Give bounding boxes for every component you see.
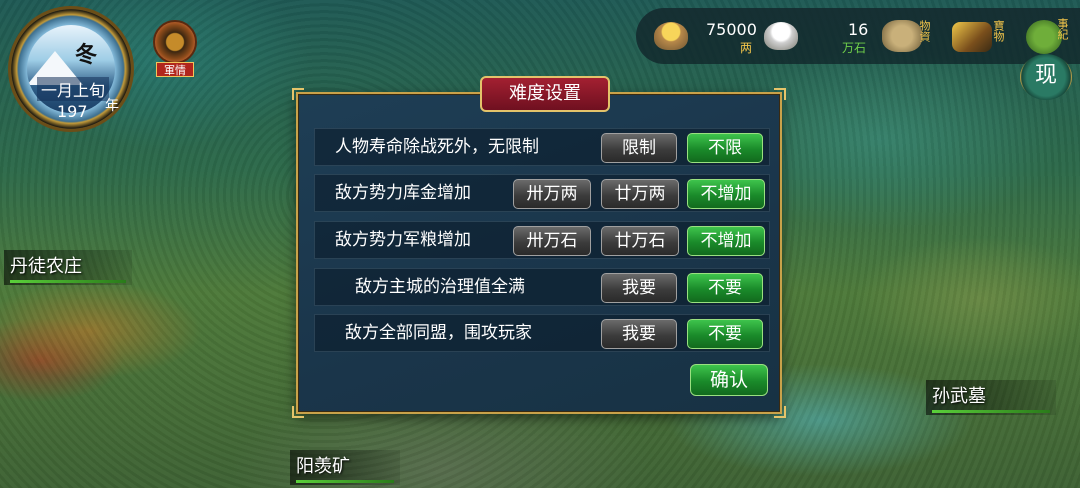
setting-row-enemy-food: 敌方势力军粮增加 卅万石 廿万石 不增加 [314,221,770,259]
season-text: 冬 [75,42,98,68]
setting-label: 敌方全部同盟，围攻玩家 [345,323,532,343]
map-label-text: 丹徒农庄 [10,256,82,277]
corner-ornament [774,88,786,100]
setting-label: 敌方势力军粮增加 [335,230,471,250]
option-button-200k-gold[interactable]: 廿万两 [601,179,679,209]
year-number: 197 [57,102,88,121]
option-button-dont-want[interactable]: 不要 [687,273,763,303]
current-button[interactable]: 现 [1020,54,1072,100]
map-label-text: 阳羡矿 [296,456,350,477]
season-clock[interactable]: 冬 一月上旬 197 年 [8,6,134,132]
option-button-want[interactable]: 我要 [601,319,677,349]
setting-label: 人物寿命除战死外，无限制 [335,137,539,157]
setting-row-city-governance: 敌方主城的治理值全满 我要 不要 [314,268,770,306]
year-char: 年 [105,98,119,114]
corner-ornament [292,406,304,418]
map-label-bar [932,410,1050,413]
map-label-yangxian-mine[interactable]: 阳羡矿 [290,450,400,485]
rice-sack-icon [764,22,798,50]
setting-row-lifespan: 人物寿命除战死外，无限制 限制 不限 [314,128,770,166]
gold-sack-icon [654,22,688,50]
gold-amount: 75000 [706,20,757,39]
difficulty-dialog: 难度设置 人物寿命除战死外，无限制 限制 不限 敌方势力库金增加 卅万两 廿万两… [292,76,786,418]
treasure-button-label[interactable]: 寶物 [992,20,1005,42]
food-amount: 16 [848,20,869,39]
option-button-limit[interactable]: 限制 [601,133,677,163]
option-button-dont-want[interactable]: 不要 [687,319,763,349]
option-button-no-food-increase[interactable]: 不增加 [687,226,765,256]
corner-ornament [774,406,786,418]
goods-icon[interactable] [882,20,922,52]
gong-icon [153,20,197,64]
military-intel-button[interactable]: 軍情 [150,20,200,77]
option-button-300k-gold[interactable]: 卅万两 [513,179,591,209]
map-label-sunwu-tomb[interactable]: 孙武墓 [926,380,1056,415]
corner-ornament [292,88,304,100]
option-button-no-gold-increase[interactable]: 不增加 [687,179,765,209]
option-button-unlimited[interactable]: 不限 [687,133,763,163]
map-label-bar [10,280,126,283]
map-label-text: 孙武墓 [932,386,986,407]
month-text: 一月上旬 [37,77,110,101]
treasure-chest-icon[interactable] [952,22,992,52]
setting-row-alliance-siege: 敌方全部同盟，围攻玩家 我要 不要 [314,314,770,352]
map-label-dantu-farm[interactable]: 丹徒农庄 [4,250,132,285]
gold-unit: 两 [740,41,753,55]
resource-bar: 75000 两 16 万石 物資 寶物 事紀 [636,8,1080,64]
option-button-200k-food[interactable]: 廿万石 [601,226,679,256]
goods-button-label[interactable]: 物資 [918,20,931,42]
option-button-300k-food[interactable]: 卅万石 [513,226,591,256]
setting-label: 敌方主城的治理值全满 [355,277,525,297]
map-label-bar [296,480,394,483]
chronicle-button-label[interactable]: 事紀 [1056,18,1069,40]
option-button-want[interactable]: 我要 [601,273,677,303]
setting-row-enemy-gold: 敌方势力库金增加 卅万两 廿万两 不增加 [314,174,770,212]
military-intel-label: 軍情 [156,62,194,77]
dialog-title: 难度设置 [480,76,610,112]
food-unit: 万石 [842,41,867,55]
confirm-button[interactable]: 确认 [690,364,768,396]
setting-label: 敌方势力库金增加 [335,183,471,203]
